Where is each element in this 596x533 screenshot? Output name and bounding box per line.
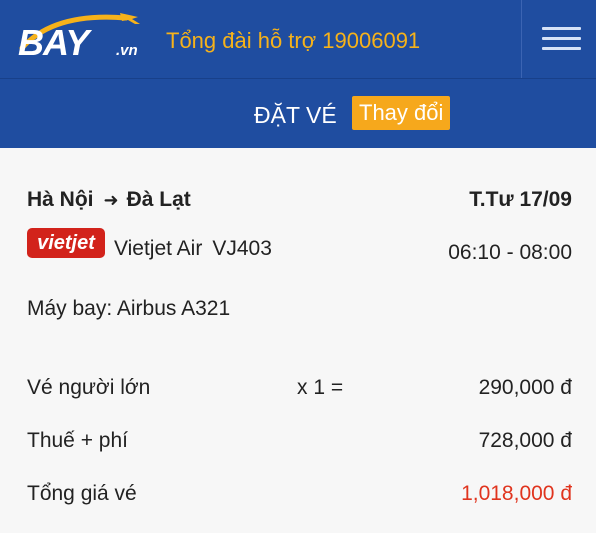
adult-qty: x 1 = [297, 376, 344, 399]
total-amount: 1,018,000 đ [461, 482, 572, 505]
logo-suffix: .vn [116, 42, 138, 59]
abay-logo[interactable]: BAY .vn [14, 8, 144, 64]
change-button[interactable]: Thay đổi [352, 96, 451, 130]
top-header: BAY .vn Tổng đài hỗ trợ 19006091 [0, 0, 596, 79]
route: Hà Nội ➜ Đà Lạt [27, 188, 191, 212]
vietjet-logo: vietjet [27, 228, 105, 258]
total-label: Tổng giá vé [27, 482, 137, 505]
airline-info: Vietjet Air VJ403 [114, 237, 272, 261]
tax-fee-amount: 728,000 đ [478, 429, 572, 452]
tax-fee-row: Thuế + phí 728,000 đ [27, 429, 572, 455]
arrow-right-icon: ➜ [103, 190, 119, 210]
hotline-text: Tổng đài hỗ trợ 19006091 [166, 28, 421, 53]
header-divider [521, 0, 522, 78]
hamburger-menu-icon[interactable] [534, 18, 584, 60]
tax-fee-label: Thuế + phí [27, 429, 128, 452]
adult-fare-amount: 290,000 đ [478, 376, 572, 399]
destination-city: Đà Lạt [126, 188, 191, 211]
flight-date: T.Tư 17/09 [469, 188, 572, 211]
booking-subheader: ĐẶT VÉ Thay đổi [0, 79, 596, 148]
logo-text: BAY [18, 22, 89, 63]
flight-time: 06:10 - 08:00 [448, 241, 572, 264]
origin-city: Hà Nội [27, 188, 94, 211]
aircraft-type: Máy bay: Airbus A321 [27, 297, 231, 320]
flight-number: VJ403 [212, 237, 272, 260]
adult-fare-label: Vé người lớn [27, 376, 151, 399]
page-title: ĐẶT VÉ [254, 102, 337, 128]
flight-summary: Hà Nội ➜ Đà Lạt T.Tư 17/09 vietjet Vietjet… [0, 148, 596, 533]
total-row: Tổng giá vé 1,018,000 đ [27, 482, 572, 508]
adult-fare-row: Vé người lớn x 1 = 290,000 đ [27, 376, 572, 402]
airline-name: Vietjet Air [114, 237, 203, 260]
